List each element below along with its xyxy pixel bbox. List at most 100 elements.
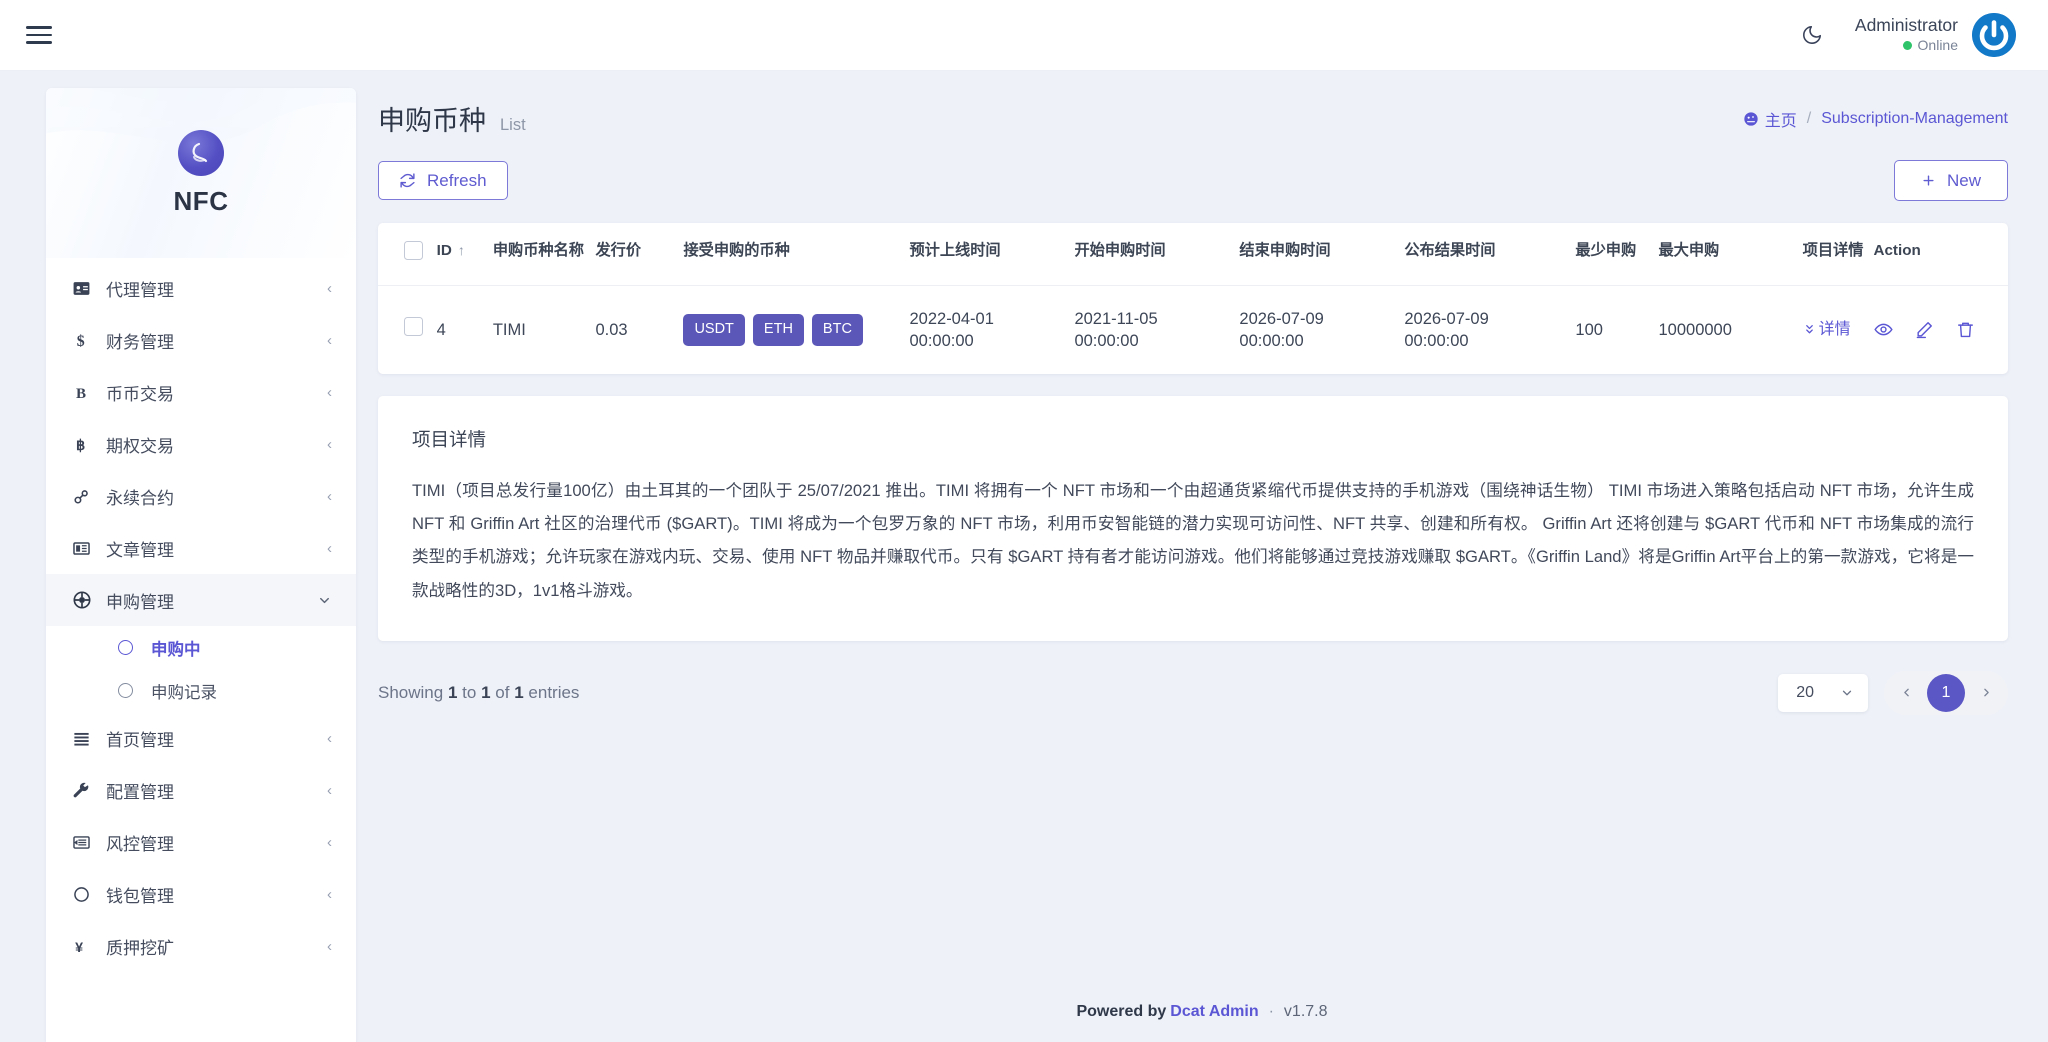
- dollar-icon: $: [72, 331, 106, 350]
- project-detail-panel: 项目详情 TIMI（项目总发行量100亿）由土耳其的一个团队于 25/07/20…: [378, 396, 2008, 641]
- sidebar-item-label: 质押挖矿: [106, 938, 174, 958]
- indent-icon: [72, 833, 106, 852]
- detail-expand-toggle[interactable]: 详情: [1803, 321, 1851, 338]
- chevron-left-icon: ‹: [327, 435, 332, 453]
- select-all-checkbox[interactable]: [404, 241, 423, 260]
- trash-icon[interactable]: [1956, 320, 1975, 339]
- col-project-detail: 项目详情: [1802, 242, 1864, 259]
- sidebar-brand[interactable]: NFC: [46, 88, 356, 258]
- refresh-button[interactable]: Refresh: [378, 161, 508, 200]
- sidebar-item-subscription-management[interactable]: 申购管理: [46, 574, 356, 626]
- avatar[interactable]: [1972, 13, 2016, 57]
- hamburger-icon[interactable]: [22, 18, 56, 52]
- col-expected-online: 预计上线时间: [909, 242, 1001, 259]
- sidebar: NFC 代理管理 ‹ $ 财务管理 ‹ B 币币交易 ‹ ฿ 期权交易 ‹ 永续…: [46, 88, 356, 1042]
- user-status: Online: [1902, 37, 1958, 55]
- page-title: 申购币种: [378, 106, 486, 136]
- sidebar-item-perpetual-contract[interactable]: 永续合约 ‹: [46, 470, 356, 522]
- footer-version: v1.7.8: [1283, 1003, 1328, 1020]
- sidebar-subitem-subscription-records[interactable]: 申购记录: [46, 669, 356, 712]
- breadcrumb-current[interactable]: Subscription-Management: [1821, 110, 2008, 128]
- sidebar-item-option-trade[interactable]: ฿ 期权交易 ‹: [46, 418, 356, 470]
- select-all-header: [378, 223, 437, 285]
- page-title-row: 申购币种 List: [378, 99, 526, 138]
- sidebar-item-label: 首页管理: [106, 730, 174, 750]
- next-page-button[interactable]: [1967, 674, 2005, 712]
- breadcrumb-separator: /: [1806, 110, 1812, 127]
- link-chain-icon: [72, 487, 106, 506]
- nfc-logo-icon: [178, 130, 224, 176]
- new-button[interactable]: New: [1893, 160, 2008, 201]
- col-issue-price: 发行价: [595, 242, 642, 259]
- footer-brand-link[interactable]: Dcat Admin: [1170, 1003, 1258, 1021]
- start-time-date: 2021-11-05 00:00:00: [1074, 309, 1158, 350]
- footer-powered-label: Powered by: [1076, 1003, 1167, 1020]
- sidebar-item-config-management[interactable]: 配置管理 ‹: [46, 764, 356, 816]
- sidebar-item-wallet-management[interactable]: 钱包管理 ‹: [46, 868, 356, 920]
- sidebar-item-finance-management[interactable]: $ 财务管理 ‹: [46, 314, 356, 366]
- pagination-controls: 20 1: [1778, 670, 2008, 715]
- sidebar-item-risk-management[interactable]: 风控管理 ‹: [46, 816, 356, 868]
- col-max-subscription: 最大申购: [1658, 242, 1720, 259]
- main-content: 申购币种 List 主页 / Subscription-Management R…: [356, 71, 2048, 1042]
- col-id[interactable]: ID ↑: [437, 223, 493, 285]
- showing-of-word: of: [495, 682, 510, 702]
- page-size-value: 20: [1796, 683, 1814, 701]
- sidebar-item-label: 币币交易: [106, 384, 174, 404]
- page-size-select[interactable]: 20: [1778, 673, 1868, 712]
- coin-badge-btc: BTC: [811, 314, 863, 346]
- sidebar-subitem-label: 申购记录: [151, 683, 217, 702]
- sidebar-item-agent-management[interactable]: 代理管理 ‹: [46, 262, 356, 314]
- sidebar-item-coin-trade[interactable]: B 币币交易 ‹: [46, 366, 356, 418]
- coin-badge-usdt: USDT: [683, 314, 745, 346]
- sidebar-item-staking-mining[interactable]: ¥ 质押挖矿 ‹: [46, 920, 356, 972]
- breadcrumb: 主页 / Subscription-Management: [1743, 99, 2008, 131]
- pencil-icon[interactable]: [1915, 320, 1934, 339]
- table-body: 4 TIMI 0.03 USDT ETH BTC 2022-04-01 00:00:…: [378, 285, 2008, 374]
- table-row[interactable]: 4 TIMI 0.03 USDT ETH BTC 2022-04-01 00:00:…: [378, 285, 2008, 374]
- bitcoin-icon: ฿: [72, 435, 106, 454]
- sidebar-item-article-management[interactable]: 文章管理 ‹: [46, 522, 356, 574]
- moon-icon[interactable]: [1795, 18, 1829, 52]
- page-subtitle: List: [500, 116, 526, 134]
- eye-icon[interactable]: [1873, 320, 1893, 339]
- expected-online-date: 2022-04-01 00:00:00: [909, 309, 994, 350]
- chevron-left-icon: ‹: [327, 331, 332, 349]
- chevron-left-icon: ‹: [327, 539, 332, 557]
- data-table-card: ID ↑ 申购币种名称 发行价 接受申购的币种 预计上线时间 开始申购时间 结束申…: [378, 223, 2008, 375]
- showing-total: 1: [514, 682, 524, 702]
- page-button-1[interactable]: 1: [1927, 673, 1965, 712]
- chevron-left-icon: ‹: [327, 937, 332, 955]
- project-detail-title: 项目详情: [412, 429, 487, 451]
- bold-b-icon: B: [72, 383, 106, 402]
- breadcrumb-home[interactable]: 主页: [1743, 107, 1797, 131]
- sidebar-item-label: 永续合约: [106, 488, 174, 508]
- sidebar-nav: 代理管理 ‹ $ 财务管理 ‹ B 币币交易 ‹ ฿ 期权交易 ‹ 永续合约 ‹…: [46, 258, 356, 1002]
- page-header: 申购币种 List 主页 / Subscription-Management: [356, 71, 2048, 138]
- user-status-label: Online: [1917, 37, 1958, 54]
- sidebar-item-label: 文章管理: [106, 540, 174, 560]
- showing-prefix: Showing: [378, 682, 444, 702]
- result-time-date: 2026-07-09 00:00:00: [1404, 309, 1489, 350]
- row-checkbox[interactable]: [404, 317, 423, 337]
- table-footer: Showing 1 to 1 of 1 entries 20 1: [356, 641, 2048, 715]
- chevron-left-icon: ‹: [327, 729, 332, 747]
- svg-text:฿: ฿: [76, 438, 85, 454]
- col-end-time: 结束申购时间: [1239, 242, 1331, 259]
- cell-result-time: 2026-07-09 00:00:00: [1404, 285, 1575, 374]
- coin-badge-eth: ETH: [752, 314, 804, 346]
- sidebar-subitem-subscribing[interactable]: 申购中: [46, 626, 356, 669]
- sort-asc-icon: ↑: [457, 242, 465, 258]
- sidebar-item-home-management[interactable]: 首页管理 ‹: [46, 712, 356, 764]
- newspaper-icon: [72, 539, 106, 558]
- wrench-icon: [72, 781, 106, 800]
- prev-page-button[interactable]: [1887, 674, 1925, 712]
- col-start-time: 开始申购时间: [1074, 242, 1166, 259]
- dashboard-icon: [1743, 111, 1759, 127]
- svg-text:$: $: [77, 333, 85, 350]
- user-block[interactable]: Administrator Online: [1855, 13, 2016, 57]
- page-footer: Powered by Dcat Admin · v1.7.8: [356, 982, 2048, 1042]
- sidebar-item-label: 财务管理: [106, 332, 174, 352]
- col-result-time: 公布结果时间: [1404, 242, 1496, 259]
- topbar-right-group: Administrator Online: [1795, 13, 2026, 57]
